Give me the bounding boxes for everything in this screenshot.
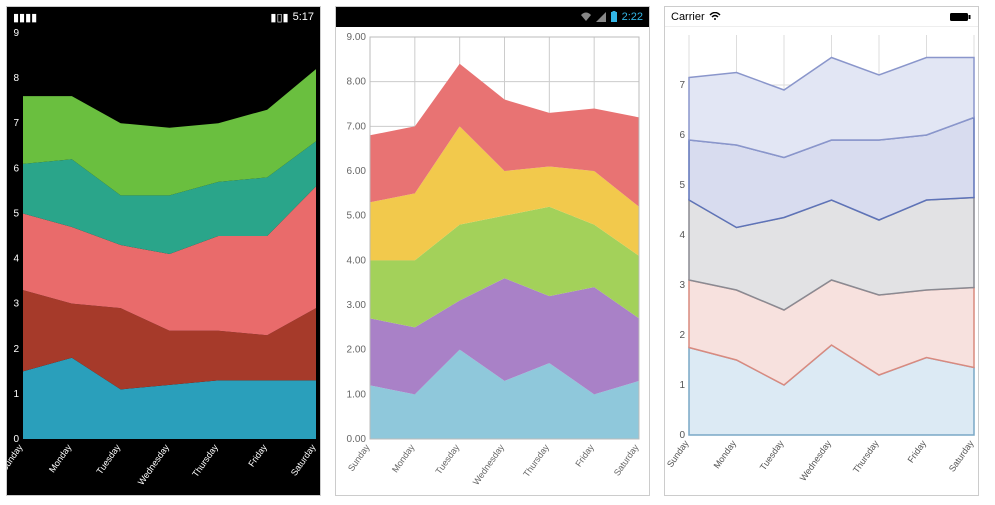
svg-text:3: 3 <box>679 280 685 291</box>
svg-text:2.00: 2.00 <box>347 345 367 356</box>
svg-text:Monday: Monday <box>47 442 74 474</box>
svg-text:9: 9 <box>13 28 19 39</box>
svg-text:Friday: Friday <box>573 442 596 469</box>
svg-text:7: 7 <box>679 80 685 91</box>
svg-text:Sunday: Sunday <box>7 442 25 473</box>
svg-text:Thursday: Thursday <box>851 438 881 475</box>
status-time: 7:13 AM <box>477 11 517 23</box>
activity-icon: ▮▯▮ <box>270 11 288 24</box>
battery-icon <box>610 11 618 23</box>
wifi-icon <box>709 12 721 21</box>
svg-text:1: 1 <box>13 389 19 400</box>
svg-text:Saturday: Saturday <box>289 442 318 478</box>
svg-text:Monday: Monday <box>390 442 417 474</box>
svg-text:Wednesday: Wednesday <box>471 442 507 487</box>
phone-1: ▮▮▮▮ ▮▯▮ 5:17 0123456789SundayMondayTues… <box>6 6 321 496</box>
stacked-area-chart[interactable]: 0123456789SundayMondayTuesdayWednesdayTh… <box>7 27 320 495</box>
svg-text:5.00: 5.00 <box>347 211 367 222</box>
stacked-area-chart[interactable]: 01234567SundayMondayTuesdayWednesdayThur… <box>665 27 978 495</box>
svg-text:Sunday: Sunday <box>346 442 372 473</box>
svg-text:8.00: 8.00 <box>347 77 367 88</box>
svg-text:Thursday: Thursday <box>521 442 551 479</box>
svg-text:Monday: Monday <box>712 438 739 470</box>
svg-text:2: 2 <box>679 330 685 341</box>
svg-text:Saturday: Saturday <box>947 438 976 474</box>
carrier-label: Carrier <box>671 11 705 23</box>
svg-text:Tuesday: Tuesday <box>434 442 462 476</box>
svg-text:Tuesday: Tuesday <box>95 442 123 476</box>
svg-text:6.00: 6.00 <box>347 166 367 177</box>
status-time: 2:22 <box>622 11 643 23</box>
svg-text:8: 8 <box>13 73 19 84</box>
phone-2: 2:22 0.001.002.003.004.005.006.007.008.0… <box>335 6 650 496</box>
svg-text:7: 7 <box>13 118 19 129</box>
svg-text:1: 1 <box>679 380 685 391</box>
svg-text:Saturday: Saturday <box>612 442 641 478</box>
layout-row: ▮▮▮▮ ▮▯▮ 5:17 0123456789SundayMondayTues… <box>0 0 995 502</box>
status-time: 5:17 <box>293 11 314 23</box>
svg-text:Friday: Friday <box>246 442 269 469</box>
svg-text:Wednesday: Wednesday <box>136 442 172 487</box>
wifi-icon <box>580 12 592 22</box>
svg-text:9.00: 9.00 <box>347 32 367 43</box>
stacked-area-chart[interactable]: 0.001.002.003.004.005.006.007.008.009.00… <box>336 27 649 495</box>
svg-text:2: 2 <box>13 344 19 355</box>
svg-text:5: 5 <box>13 208 19 219</box>
svg-text:3.00: 3.00 <box>347 300 367 311</box>
svg-text:4: 4 <box>13 254 19 265</box>
svg-text:Tuesday: Tuesday <box>758 438 786 472</box>
svg-text:5: 5 <box>679 180 685 191</box>
svg-text:3: 3 <box>13 299 19 310</box>
svg-text:7.00: 7.00 <box>347 121 367 132</box>
svg-text:4: 4 <box>679 230 685 241</box>
svg-text:4.00: 4.00 <box>347 255 367 266</box>
battery-icon <box>950 12 972 22</box>
signal-icon <box>596 12 606 22</box>
phone-3: Carrier 7:13 AM 01234567SundayMondayTues… <box>664 6 979 496</box>
signal-icon: ▮▮▮▮ <box>13 11 37 24</box>
svg-text:Thursday: Thursday <box>190 442 220 479</box>
status-bar: Carrier 7:13 AM <box>665 7 978 27</box>
status-bar: ▮▮▮▮ ▮▯▮ 5:17 <box>7 7 320 27</box>
svg-text:1.00: 1.00 <box>347 389 367 400</box>
svg-text:Wednesday: Wednesday <box>798 438 834 483</box>
svg-text:6: 6 <box>679 130 685 141</box>
svg-text:Friday: Friday <box>906 438 929 465</box>
svg-text:Sunday: Sunday <box>665 438 691 469</box>
svg-text:6: 6 <box>13 163 19 174</box>
